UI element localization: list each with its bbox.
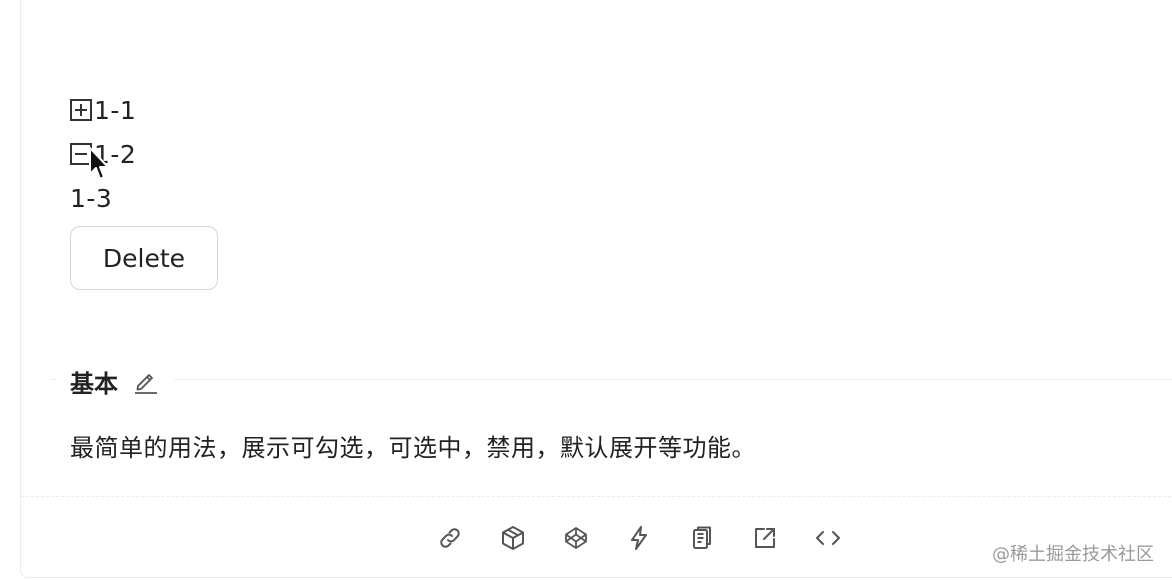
watermark: @稀土掘金技术社区 <box>992 544 1154 565</box>
actions-divider <box>21 496 1171 497</box>
delete-button[interactable]: Delete <box>70 226 218 290</box>
section-title: 基本 <box>70 369 118 398</box>
show-code-icon[interactable] <box>808 518 848 558</box>
tree-node-title[interactable]: 1-3 <box>70 186 112 211</box>
section-divider <box>50 379 1172 380</box>
tree-node-1-3[interactable]: 1-3 <box>70 176 218 220</box>
tree-node-title[interactable]: 1-1 <box>94 98 136 123</box>
link-icon[interactable] <box>430 518 470 558</box>
codesandbox-icon[interactable] <box>493 518 533 558</box>
codepen-icon[interactable] <box>556 518 596 558</box>
plus-square-icon[interactable] <box>70 99 92 121</box>
code-actions-toolbar <box>430 518 871 558</box>
tree-demo: 1-1 1-2 1-3 Delete <box>70 88 218 290</box>
section-description: 最简单的用法，展示可勾选，可选中，禁用，默认展开等功能。 <box>70 434 756 462</box>
external-link-icon[interactable] <box>745 518 785 558</box>
section-header: 基本 <box>56 364 174 398</box>
tree-node-1-1[interactable]: 1-1 <box>70 88 218 132</box>
stackblitz-icon[interactable] <box>619 518 659 558</box>
copy-code-icon[interactable] <box>682 518 722 558</box>
edit-icon[interactable] <box>132 367 160 395</box>
mouse-pointer-icon <box>89 147 109 180</box>
